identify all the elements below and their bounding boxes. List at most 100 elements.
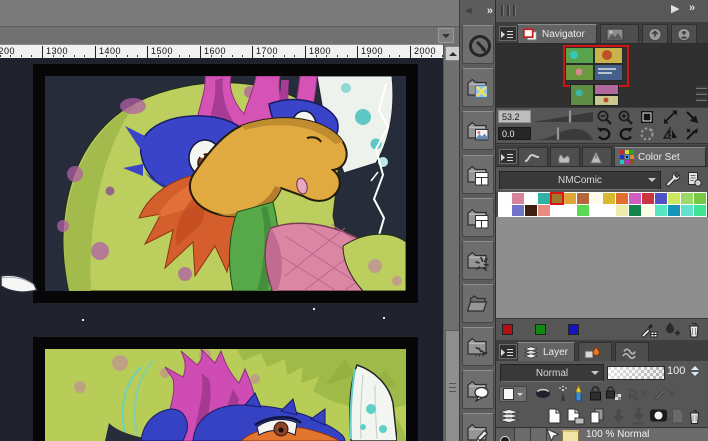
stored-color-green[interactable] [535,324,546,335]
tab-overflow-button[interactable] [438,28,454,43]
zoom-value-field[interactable]: 53.2 [498,110,531,123]
zoom-out-button[interactable] [596,109,613,125]
canvas-viewport[interactable] [0,58,443,441]
tab-publish[interactable] [642,24,668,43]
color-swatch[interactable] [499,193,511,204]
rotation-value-field[interactable]: 0.0 [498,127,531,140]
color-swatch[interactable] [681,205,693,216]
dock-overflow-icon[interactable]: » [689,3,695,14]
lock-transparency-icon[interactable] [605,385,622,402]
navigator-view-rectangle[interactable] [563,45,629,87]
collapse-left-icon[interactable]: ◄ [463,5,474,17]
color-swatch[interactable] [642,193,654,204]
delete-layer-button[interactable] [686,407,703,425]
rotation-slider[interactable] [533,127,593,140]
color-swatch[interactable] [525,193,537,204]
stored-color-red[interactable] [502,324,513,335]
color-swatch[interactable] [668,193,680,204]
tab-navigator[interactable]: Navigator [517,24,597,43]
scroll-up-button[interactable] [445,46,460,61]
fit-to-screen-button[interactable] [639,109,655,125]
folder-effect-brushes-button[interactable] [462,241,494,280]
folder-sketch-brushes-button[interactable] [462,327,494,366]
navigator-preview-area[interactable] [496,44,708,107]
color-swatch[interactable] [616,205,628,216]
color-swatch[interactable] [668,205,680,216]
color-swatch[interactable] [590,205,602,216]
panel-resize-grip[interactable] [696,86,707,101]
panel-menu-button[interactable] [499,344,517,359]
color-swatch[interactable] [694,205,706,216]
folder-image-materials-button[interactable] [462,111,494,150]
tab-layer[interactable]: Layer [517,342,575,361]
dock-grip[interactable] [501,5,516,16]
tab-materials[interactable] [600,24,639,43]
canvas-vertical-scrollbar[interactable] [443,44,460,441]
opacity-value[interactable]: 100 [667,365,685,377]
color-swatch[interactable] [551,205,563,216]
transfer-down-button-disabled[interactable] [630,407,647,425]
reset-rotation-button[interactable] [639,126,655,142]
color-swatch[interactable] [694,193,706,204]
tab-color-wheel[interactable] [518,147,548,166]
color-swatch[interactable] [590,193,602,204]
scrollbar-thumb[interactable] [445,330,460,441]
reset-view-button[interactable] [684,126,701,142]
tab-account[interactable] [671,24,697,43]
tab-layer-property[interactable] [578,342,612,361]
color-swatch-selected[interactable] [550,192,564,205]
dock-expand-icon[interactable]: ▶ [671,4,679,15]
color-swatch[interactable] [499,205,511,216]
color-swatch[interactable] [512,205,524,216]
blend-mode-select[interactable]: Normal [500,364,604,382]
color-swatch[interactable] [577,193,589,204]
zoom-slider[interactable] [533,110,593,123]
color-swatch[interactable] [603,193,615,204]
color-swatch[interactable] [564,205,576,216]
tab-color-set[interactable]: Color Set [614,147,706,166]
new-folder-button[interactable] [566,407,585,425]
color-swatch[interactable] [538,205,550,216]
expand-right-icon[interactable]: » [487,5,493,17]
rotate-cw-button[interactable] [617,126,634,142]
color-swatch[interactable] [629,193,641,204]
tab-color-mixer[interactable] [582,147,612,166]
stored-color-blue[interactable] [568,324,579,335]
clip-at-layer-icon-disabled[interactable] [626,385,650,402]
color-swatch[interactable] [655,205,667,216]
opacity-slider[interactable] [607,366,665,380]
panel-menu-button[interactable] [499,26,517,41]
rotate-ccw-button[interactable] [596,126,613,142]
color-swatch[interactable] [525,205,537,216]
layer-color-combo[interactable] [499,386,527,402]
color-swatch[interactable] [564,193,576,204]
marker-pen-icon[interactable] [572,385,585,402]
folder-selection-tools-button[interactable] [462,68,494,107]
new-layer-button[interactable] [546,407,562,425]
fit-to-window-button[interactable] [662,109,679,125]
edit-color-set-button[interactable] [663,170,682,189]
panel-menu-button[interactable] [499,149,517,164]
color-swatch[interactable] [538,193,550,204]
folder-pens-button[interactable] [462,413,494,441]
lock-icon[interactable] [588,385,603,402]
quick-magnifier-tool-button[interactable] [462,25,494,64]
folder-plain-button[interactable] [462,284,494,323]
opacity-spinner[interactable] [690,364,701,378]
color-swatch[interactable] [655,193,667,204]
color-swatch[interactable] [577,205,589,216]
folder-panel-layout-a-button[interactable] [462,155,494,194]
color-swatch[interactable] [681,193,693,204]
apply-mask-button-disabled[interactable] [670,407,685,425]
flip-horizontal-button[interactable] [662,126,679,142]
layer-item-label[interactable]: 100 % Normal [586,429,649,440]
folder-speech-balloons-button[interactable] [462,370,494,409]
color-swatch[interactable] [512,193,524,204]
color-swatch[interactable] [603,205,615,216]
merge-down-button-disabled[interactable] [610,407,627,425]
color-swatch[interactable] [629,205,641,216]
airbrush-icon[interactable] [556,385,570,402]
delete-color-button[interactable] [685,320,703,339]
tab-color-slider[interactable] [550,147,580,166]
replace-color-button[interactable] [662,320,682,339]
